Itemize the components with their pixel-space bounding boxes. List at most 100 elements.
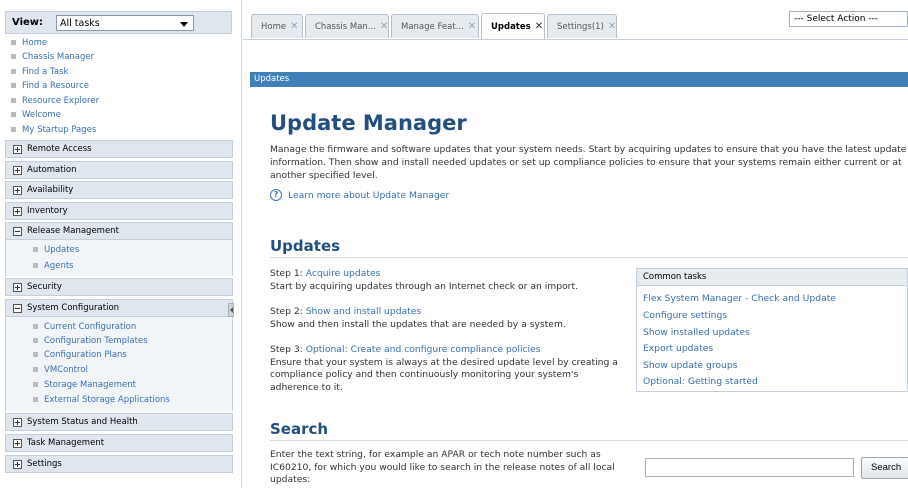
task-link-getting-started[interactable]: Optional: Getting started (643, 376, 758, 387)
tab-updates[interactable]: Updates ✕ (481, 13, 545, 39)
bullet-icon (11, 83, 16, 88)
bullet-icon (33, 352, 38, 357)
bullet-icon (11, 98, 16, 103)
bullet-icon (11, 69, 16, 74)
section-system-configuration[interactable]: System Configuration (5, 299, 233, 317)
nav-link-current-configuration[interactable]: Current Configuration (33, 320, 136, 333)
bullet-icon (33, 367, 38, 372)
tab-manage-features[interactable]: Manage Feat... ✕ (391, 14, 479, 38)
view-selector-bar: View: All tasks (5, 11, 232, 34)
nav-link-resource-explorer[interactable]: Resource Explorer (11, 94, 99, 107)
search-input[interactable] (645, 458, 854, 477)
bullet-icon (33, 382, 38, 387)
task-link-configure-settings[interactable]: Configure settings (643, 310, 727, 321)
section-system-status-health[interactable]: System Status and Health (5, 413, 233, 431)
nav-link-vmcontrol[interactable]: VMControl (33, 363, 88, 376)
step-1: Step 1: Acquire updates Start by acquiri… (270, 268, 630, 293)
bullet-icon (33, 324, 38, 329)
help-icon: ? (270, 189, 282, 201)
close-icon[interactable]: ✕ (608, 21, 616, 32)
chevron-down-icon (180, 22, 188, 27)
intro-text: Manage the firmware and software updates… (270, 144, 907, 181)
section-settings[interactable]: Settings (5, 455, 233, 473)
bullet-icon (33, 338, 38, 343)
navigation-panel: View: All tasks Home Chassis Manager Fin… (0, 0, 233, 488)
nav-link-agents[interactable]: Agents (33, 259, 74, 272)
nav-link-chassis-manager[interactable]: Chassis Manager (11, 50, 94, 63)
expand-icon[interactable] (13, 417, 22, 427)
common-tasks-heading: Common tasks (637, 269, 907, 286)
bullet-icon (33, 263, 38, 268)
view-dropdown[interactable]: All tasks (56, 15, 194, 31)
select-action-dropdown[interactable]: --- Select Action --- (789, 11, 908, 27)
task-link-export-updates[interactable]: Export updates (643, 343, 713, 354)
collapse-icon[interactable] (13, 303, 22, 313)
collapse-icon[interactable] (13, 226, 22, 236)
updates-heading: Updates (270, 237, 341, 255)
search-heading: Search (270, 420, 329, 438)
divider (270, 257, 908, 258)
expand-icon[interactable] (13, 165, 22, 175)
panel-splitter[interactable] (233, 0, 242, 488)
nav-link-external-storage-applications[interactable]: External Storage Applications (33, 393, 170, 406)
nav-link-my-startup-pages[interactable]: My Startup Pages (11, 123, 96, 136)
nav-link-welcome[interactable]: Welcome (11, 108, 61, 121)
nav-link-storage-management[interactable]: Storage Management (33, 378, 136, 391)
bullet-icon (33, 397, 38, 402)
search-description: Enter the text string, for example an AP… (270, 449, 615, 485)
task-link-check-and-update[interactable]: Flex System Manager - Check and Update (643, 293, 836, 304)
bullet-icon (11, 112, 16, 117)
collapse-panel-handle-icon[interactable] (228, 303, 234, 317)
step-1-description: Start by acquiring updates through an In… (270, 280, 578, 292)
bullet-icon (33, 247, 38, 252)
section-security[interactable]: Security (5, 278, 233, 296)
page-title: Update Manager (270, 111, 467, 135)
breadcrumb-label: Updates (254, 74, 290, 84)
expand-icon[interactable] (13, 144, 22, 154)
step-2: Step 2: Show and install updates Show an… (270, 306, 630, 331)
tab-chassis-manager[interactable]: Chassis Man... ✕ (305, 14, 389, 38)
expand-icon[interactable] (13, 206, 22, 216)
learn-more-link[interactable]: ? Learn more about Update Manager (270, 189, 449, 201)
section-automation[interactable]: Automation (5, 161, 233, 179)
section-remote-access[interactable]: Remote Access (5, 140, 233, 158)
section-inventory[interactable]: Inventory (5, 202, 233, 220)
nav-link-home[interactable]: Home (11, 36, 47, 49)
expand-icon[interactable] (13, 459, 22, 469)
section-availability[interactable]: Availability (5, 181, 233, 199)
show-install-updates-link[interactable]: Show and install updates (306, 306, 422, 317)
nav-link-find-resource[interactable]: Find a Resource (11, 79, 89, 92)
breadcrumb: Updates (250, 72, 908, 87)
view-dropdown-value: All tasks (60, 18, 100, 29)
nav-link-find-task[interactable]: Find a Task (11, 65, 68, 78)
learn-more-label: Learn more about Update Manager (288, 189, 450, 201)
expand-icon[interactable] (13, 185, 22, 195)
close-icon[interactable]: ✕ (290, 21, 298, 32)
nav-link-configuration-plans[interactable]: Configuration Plans (33, 348, 127, 361)
expand-icon[interactable] (13, 282, 22, 292)
common-tasks-panel: Common tasks Flex System Manager - Check… (636, 268, 908, 392)
compliance-policies-link[interactable]: Optional: Create and configure complianc… (306, 344, 541, 355)
task-link-show-installed-updates[interactable]: Show installed updates (643, 327, 750, 338)
task-link-show-update-groups[interactable]: Show update groups (643, 360, 737, 371)
section-task-management[interactable]: Task Management (5, 434, 233, 452)
nav-link-configuration-templates[interactable]: Configuration Templates (33, 334, 148, 347)
close-icon[interactable]: ✕ (535, 21, 543, 32)
step-3: Step 3: Optional: Create and configure c… (270, 344, 620, 394)
expand-icon[interactable] (13, 438, 22, 448)
bullet-icon (11, 54, 16, 59)
tab-settings[interactable]: Settings(1) ✕ (547, 14, 617, 38)
nav-link-updates[interactable]: Updates (33, 243, 79, 256)
close-icon[interactable]: ✕ (468, 21, 476, 32)
view-label: View: (12, 17, 44, 28)
acquire-updates-link[interactable]: Acquire updates (306, 268, 381, 279)
bullet-icon (11, 40, 16, 45)
step-3-description: Ensure that your system is always at the… (270, 356, 618, 393)
close-icon[interactable]: ✕ (380, 21, 388, 32)
tab-home[interactable]: Home ✕ (251, 14, 303, 38)
step-2-description: Show and then install the updates that a… (270, 318, 566, 330)
bullet-icon (11, 127, 16, 132)
section-release-management[interactable]: Release Management (5, 222, 233, 240)
divider (270, 440, 908, 441)
search-button[interactable]: Search (861, 457, 908, 479)
